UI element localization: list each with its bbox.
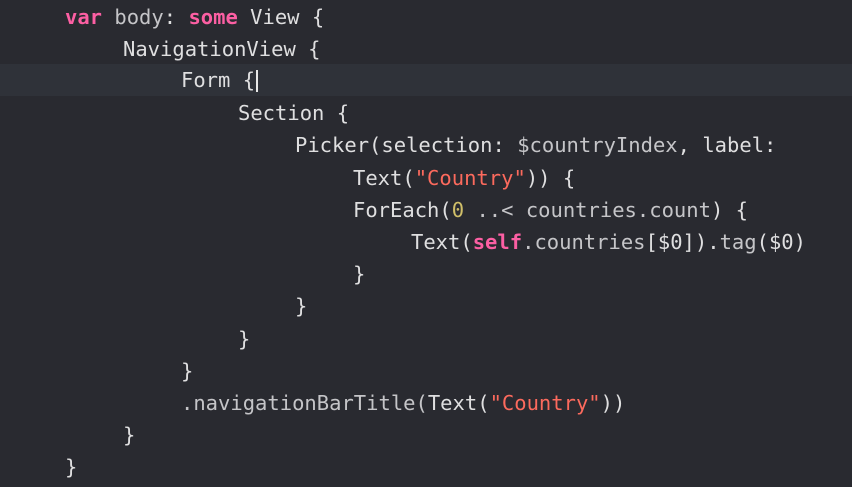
brace-token: } (295, 294, 308, 318)
code-line[interactable]: var body: some View { (0, 1, 852, 33)
punctuation-token: [$0]). (645, 230, 720, 254)
brace-token: } (123, 423, 136, 447)
identifier-token: countries (534, 230, 646, 254)
brace-token: { (242, 68, 256, 92)
punctuation-token: : (764, 133, 777, 157)
punctuation-token: : (492, 133, 505, 157)
code-line[interactable]: Picker(selection: $countryIndex, label: (0, 129, 852, 161)
brace-token: { (311, 5, 325, 29)
code-editor[interactable]: var body: some View { NavigationView { F… (0, 0, 852, 487)
keyword-token: self (472, 230, 523, 254)
operator-token: ..< (476, 198, 514, 222)
punctuation-token: . (522, 230, 535, 254)
punctuation-token: . (636, 198, 650, 222)
identifier-token: countries (525, 198, 637, 222)
keyword-token: var (65, 5, 103, 29)
string-token: "Country" (414, 166, 526, 190)
code-line[interactable]: Text(self.countries[$0]).tag($0) (0, 226, 852, 258)
type-token: Text( (411, 230, 473, 254)
code-line[interactable]: } (0, 451, 852, 483)
type-token: Text( (427, 391, 490, 415)
label-token: selection (381, 133, 493, 157)
label-token: label (702, 133, 765, 157)
code-line[interactable]: } (0, 323, 852, 355)
code-line[interactable]: } (0, 290, 852, 322)
type-token: Picker( (295, 133, 382, 157)
code-line[interactable]: ForEach(0 ..< countries.count) { (0, 194, 852, 226)
punctuation-token: )) { (525, 166, 576, 190)
punctuation-token: ($0) (756, 230, 806, 254)
method-token: .navigationBarTitle( (181, 391, 428, 415)
brace-token: } (65, 455, 78, 479)
method-token: tag (719, 230, 757, 254)
punctuation-token: ) { (710, 198, 748, 222)
brace-token: } (181, 359, 194, 383)
binding-token: $countryIndex (517, 133, 678, 157)
type-token: View (250, 5, 300, 29)
brace-token: } (238, 327, 251, 351)
punctuation-token: : (163, 5, 177, 29)
punctuation-token: )) (600, 391, 626, 415)
brace-token: { (308, 37, 321, 61)
type-token: Form (181, 68, 231, 92)
code-line[interactable]: } (0, 419, 852, 451)
number-token: 0 (451, 198, 465, 222)
current-code-line[interactable]: Form { (0, 64, 852, 96)
code-line[interactable]: .navigationBarTitle(Text("Country")) (0, 387, 852, 419)
keyword-token: some (188, 5, 238, 29)
punctuation-token: , (677, 133, 690, 157)
property-token: count (649, 198, 711, 222)
code-line[interactable]: Section { (0, 97, 852, 129)
type-token: NavigationView (123, 37, 296, 61)
text-cursor (256, 70, 259, 92)
type-token: ForEach( (353, 198, 452, 222)
code-line[interactable]: } (0, 258, 852, 290)
brace-token: { (336, 101, 350, 125)
code-line[interactable]: Text("Country")) { (0, 162, 852, 194)
type-token: Section (238, 101, 325, 125)
code-line[interactable]: } (0, 355, 852, 387)
code-line[interactable]: NavigationView { (0, 33, 852, 65)
identifier-token: body (114, 5, 164, 29)
string-token: "Country" (489, 391, 601, 415)
type-token: Text( (353, 166, 415, 190)
brace-token: } (353, 262, 366, 286)
